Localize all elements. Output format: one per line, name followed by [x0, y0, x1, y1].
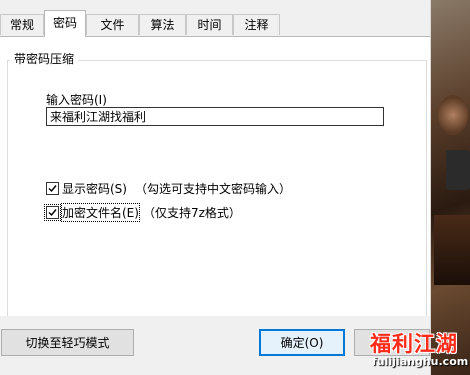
watermark-logo: 福利江湖 fulijianghu.com: [370, 328, 470, 375]
background-detail: [434, 215, 470, 285]
tab-algorithm[interactable]: 算法: [139, 14, 186, 35]
watermark-text: 福利江湖: [370, 332, 458, 356]
background-detail: [438, 95, 468, 135]
tab-time[interactable]: 时间: [186, 14, 233, 35]
tab-strip: 常规 密码 文件 算法 时间 注释: [0, 10, 430, 37]
tab-password[interactable]: 密码: [44, 10, 86, 37]
show-password-row: 显示密码(S) （勾选可支持中文密码输入）: [46, 180, 291, 196]
compression-settings-dialog: 常规 密码 文件 算法 时间 注释 带密码压缩 输入密码(I) 显示密码(S) …: [0, 0, 431, 375]
background-detail: [446, 150, 470, 190]
tab-general[interactable]: 常规: [0, 14, 44, 35]
show-password-checkbox[interactable]: [46, 181, 59, 195]
watermark-url: fulijianghu.com: [372, 355, 469, 368]
dialog-button-bar: 切换至轻巧模式 确定(O): [0, 316, 430, 375]
switch-lite-mode-button[interactable]: 切换至轻巧模式: [1, 329, 134, 356]
password-input[interactable]: [46, 107, 384, 126]
checkmark-icon: [48, 208, 57, 216]
encrypt-filenames-note: （仅支持7z格式）: [142, 205, 241, 220]
tab-files[interactable]: 文件: [86, 14, 139, 35]
groupbox-title: 带密码压缩: [10, 50, 79, 67]
encrypt-filenames-row: 加密文件名(E) （仅支持7z格式）: [44, 202, 241, 222]
show-password-note: （勾选可支持中文密码输入）: [134, 181, 291, 196]
checkmark-icon: [48, 184, 57, 192]
encrypt-filenames-label[interactable]: 加密文件名(E): [61, 202, 140, 222]
ok-button[interactable]: 确定(O): [259, 329, 345, 356]
encrypt-filenames-checkbox[interactable]: [44, 203, 61, 221]
password-label: 输入密码(I): [46, 93, 107, 107]
tab-comment[interactable]: 注释: [233, 14, 280, 35]
show-password-label[interactable]: 显示密码(S): [62, 180, 127, 197]
tab-panel-password: 带密码压缩 输入密码(I) 显示密码(S) （勾选可支持中文密码输入） 加密文件…: [0, 36, 430, 342]
